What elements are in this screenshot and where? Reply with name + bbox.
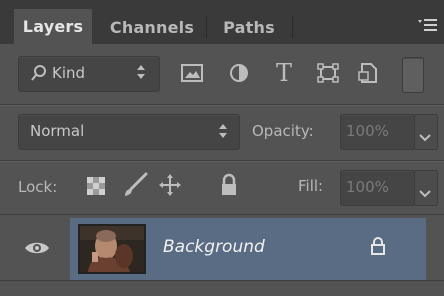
lock-label: Lock: (18, 178, 58, 196)
opacity-value: 100% (346, 122, 389, 140)
divider (0, 280, 444, 281)
blend-mode-value: Normal (30, 122, 85, 140)
filter-toggle-switch[interactable] (402, 57, 424, 93)
layers-panel: Layers Channels Paths Kind T Normal Opac… (0, 0, 444, 296)
opacity-label: Opacity: (252, 122, 314, 140)
tab-channels[interactable]: Channels (104, 11, 200, 44)
chevron-down-icon (418, 183, 432, 202)
shape-filter-icon[interactable] (316, 62, 340, 88)
tab-separator (292, 16, 293, 38)
layer-lock-icon (370, 236, 386, 260)
tab-layers[interactable]: Layers (14, 9, 92, 44)
filter-kind-label: Kind (52, 64, 86, 82)
lock-transparent-pixels-icon[interactable] (86, 176, 106, 200)
divider (0, 105, 444, 106)
eye-icon[interactable] (24, 240, 50, 260)
layer-name[interactable]: Background (163, 237, 265, 257)
tab-separator (206, 16, 207, 38)
lock-position-icon[interactable] (158, 173, 182, 201)
divider (0, 214, 444, 215)
type-filter-icon[interactable]: T (276, 59, 292, 87)
tab-paths[interactable]: Paths (212, 11, 286, 44)
search-icon (30, 64, 48, 86)
panel-tab-bar: Layers Channels Paths (0, 0, 444, 44)
panel-menu-icon[interactable] (416, 17, 438, 33)
chevron-down-icon (418, 127, 432, 146)
fill-value: 100% (346, 178, 389, 196)
image-filter-icon[interactable] (180, 62, 204, 88)
adjustment-filter-icon[interactable] (228, 62, 250, 88)
divider (0, 161, 444, 162)
smart-object-filter-icon[interactable] (356, 61, 380, 89)
dropdown-arrows-icon (136, 63, 146, 85)
fill-label: Fill: (298, 177, 324, 195)
layer-thumbnail[interactable] (78, 224, 146, 274)
dropdown-arrows-icon (218, 122, 228, 144)
lock-image-pixels-icon[interactable] (122, 172, 148, 202)
lock-all-icon[interactable] (220, 173, 238, 201)
